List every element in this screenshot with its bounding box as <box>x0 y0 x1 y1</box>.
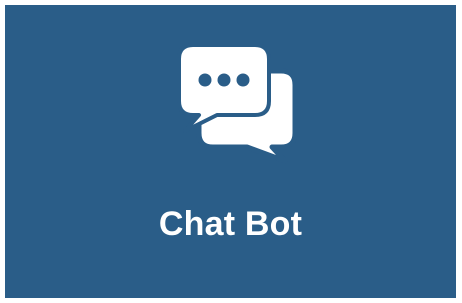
chat-bot-tile[interactable]: Chat Bot <box>5 5 456 298</box>
tile-label: Chat Bot <box>158 205 303 243</box>
chat-bubbles-icon <box>177 41 299 165</box>
